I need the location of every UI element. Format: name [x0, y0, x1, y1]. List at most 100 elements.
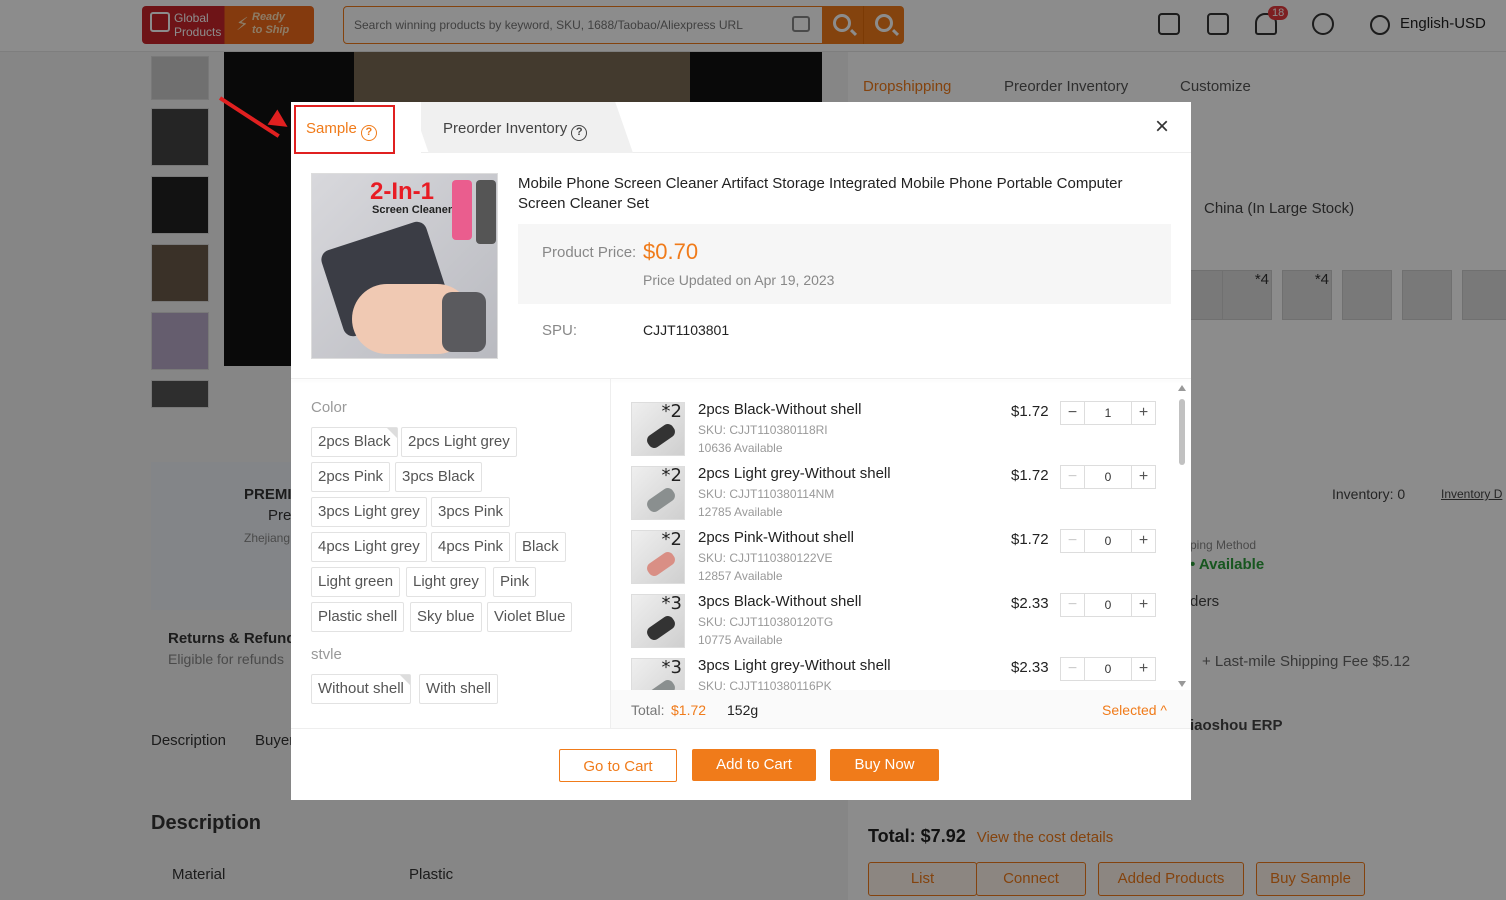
sku-row: *3 3pcs Black-Without shell SKU: CJJT110… — [631, 592, 1171, 656]
help-icon[interactable]: ? — [571, 125, 588, 141]
color-chip[interactable]: Light grey — [406, 567, 486, 597]
sku-code: SKU: CJJT110380120TG — [698, 615, 834, 629]
sku-price: $2.33 — [1011, 595, 1049, 612]
sku-name: 3pcs Black-Without shell — [698, 593, 862, 610]
quantity-input[interactable]: 0 — [1085, 466, 1131, 488]
modal-tabs: Preorder Inventory? Sample? × — [291, 102, 1191, 154]
sku-price: $2.33 — [1011, 659, 1049, 676]
color-chip[interactable]: 4pcs Pink — [431, 532, 511, 562]
sku-price: $1.72 — [1011, 531, 1049, 548]
tab-preorder-text: Preorder Inventory — [443, 120, 568, 137]
sku-row: *3 3pcs Light grey-Without shell SKU: CJ… — [631, 656, 1171, 690]
total-value: $1.72 — [671, 702, 707, 718]
selected-toggle[interactable]: Selected ^ — [1102, 702, 1167, 718]
total-label: Total: — [631, 702, 665, 718]
minus-button[interactable]: − — [1061, 530, 1085, 552]
product-price: $0.70 — [643, 239, 699, 264]
sku-price: $1.72 — [1011, 403, 1049, 420]
style-chip[interactable]: Without shell — [311, 674, 411, 704]
spu-label: SPU: — [542, 322, 578, 339]
price-box: Product Price: $0.70 Price Updated on Ap… — [518, 224, 1171, 304]
sku-available: 10636 Available — [698, 441, 783, 455]
sku-badge: *3 — [661, 657, 682, 678]
highlight-box — [294, 105, 395, 154]
minus-button[interactable]: − — [1061, 466, 1085, 488]
quantity-stepper: −0 + — [1060, 529, 1156, 553]
section-divider — [291, 378, 1191, 379]
plus-button[interactable]: + — [1131, 658, 1155, 680]
sku-badge: *3 — [661, 593, 682, 614]
product-title: Mobile Phone Screen Cleaner Artifact Sto… — [518, 175, 1123, 212]
color-chip[interactable]: Plastic shell — [311, 602, 405, 632]
buy-now-button[interactable]: Buy Now — [830, 749, 939, 781]
style-chip[interactable]: With shell — [419, 674, 499, 704]
color-chip[interactable]: 4pcs Light grey — [311, 532, 427, 562]
plus-button[interactable]: + — [1131, 402, 1155, 424]
sku-shape — [644, 549, 678, 579]
minus-button[interactable]: − — [1061, 402, 1085, 424]
quantity-input[interactable]: 0 — [1085, 658, 1131, 680]
sku-badge: *2 — [661, 529, 682, 550]
sku-name: 2pcs Light grey-Without shell — [698, 465, 891, 482]
price-label: Product Price: — [542, 244, 637, 261]
total-weight: 152g — [727, 702, 759, 718]
image-sub-text: Screen Cleaner — [372, 204, 453, 216]
color-chip[interactable]: Pink — [493, 567, 537, 597]
sku-code: SKU: CJJT110380118RI — [698, 423, 828, 437]
color-chip[interactable]: 3pcs Black — [395, 462, 482, 492]
tab-preorder-inventory[interactable]: Preorder Inventory? — [411, 102, 633, 153]
sku-row: *2 2pcs Light grey-Without shell SKU: CJ… — [631, 464, 1171, 528]
color-label: Color — [311, 399, 347, 416]
add-to-cart-button[interactable]: Add to Cart — [692, 749, 816, 781]
color-chip[interactable]: Black — [515, 532, 566, 562]
sku-badge: *2 — [661, 465, 682, 486]
scroll-thumb[interactable] — [1179, 399, 1185, 465]
cleaner-device — [442, 292, 486, 352]
sku-image: *2 — [631, 529, 685, 584]
color-chip[interactable]: 2pcs Black — [311, 427, 398, 457]
sku-shape — [644, 613, 678, 643]
quantity-stepper: −0 + — [1060, 657, 1156, 681]
color-chip[interactable]: Light green — [311, 567, 401, 597]
quantity-input[interactable]: 1 — [1085, 402, 1131, 424]
go-to-cart-button[interactable]: Go to Cart — [559, 749, 677, 782]
color-chip[interactable]: 2pcs Pink — [311, 462, 391, 492]
sku-image: *3 — [631, 593, 685, 648]
image-brand-text: 2-In-1 — [370, 178, 435, 205]
scroll-down-icon[interactable] — [1178, 681, 1186, 687]
sku-badge: *2 — [661, 401, 682, 422]
quantity-stepper: −1 + — [1060, 401, 1156, 425]
quantity-input[interactable]: 0 — [1085, 530, 1131, 552]
color-chip[interactable]: Sky blue — [410, 602, 482, 632]
minus-button[interactable]: − — [1061, 594, 1085, 616]
grey-bottle — [476, 180, 496, 244]
scroll-up-icon[interactable] — [1178, 385, 1186, 391]
product-image: 2-In-1 Screen Cleaner — [311, 173, 498, 359]
style-label: stvle — [311, 646, 342, 663]
plus-button[interactable]: + — [1131, 594, 1155, 616]
tab-preorder-label: Preorder Inventory? — [443, 120, 588, 141]
sku-shape — [644, 677, 678, 690]
quantity-input[interactable]: 0 — [1085, 594, 1131, 616]
sku-image: *2 — [631, 465, 685, 520]
color-chip[interactable]: Violet Blue — [487, 602, 573, 632]
pink-bottle — [452, 180, 472, 240]
color-chip[interactable]: 3pcs Light grey — [311, 497, 427, 527]
minus-button[interactable]: − — [1061, 658, 1085, 680]
close-icon[interactable]: × — [1155, 115, 1169, 139]
sku-name: 3pcs Light grey-Without shell — [698, 657, 891, 674]
sample-modal: Preorder Inventory? Sample? × 2-In-1 Scr… — [291, 102, 1191, 800]
sku-shape — [644, 485, 678, 515]
sku-list: *2 2pcs Black-Without shell SKU: CJJT110… — [611, 382, 1191, 690]
plus-button[interactable]: + — [1131, 466, 1155, 488]
sku-available: 10775 Available — [698, 633, 783, 647]
sku-row: *2 2pcs Pink-Without shell SKU: CJJT1103… — [631, 528, 1171, 592]
sku-name: 2pcs Black-Without shell — [698, 401, 862, 418]
sku-scrollbar[interactable] — [1177, 385, 1187, 687]
color-chip[interactable]: 3pcs Pink — [431, 497, 511, 527]
color-chip[interactable]: 2pcs Light grey — [401, 427, 517, 457]
quantity-stepper: −0 + — [1060, 465, 1156, 489]
sku-image: *3 — [631, 657, 685, 690]
sku-name: 2pcs Pink-Without shell — [698, 529, 854, 546]
plus-button[interactable]: + — [1131, 530, 1155, 552]
